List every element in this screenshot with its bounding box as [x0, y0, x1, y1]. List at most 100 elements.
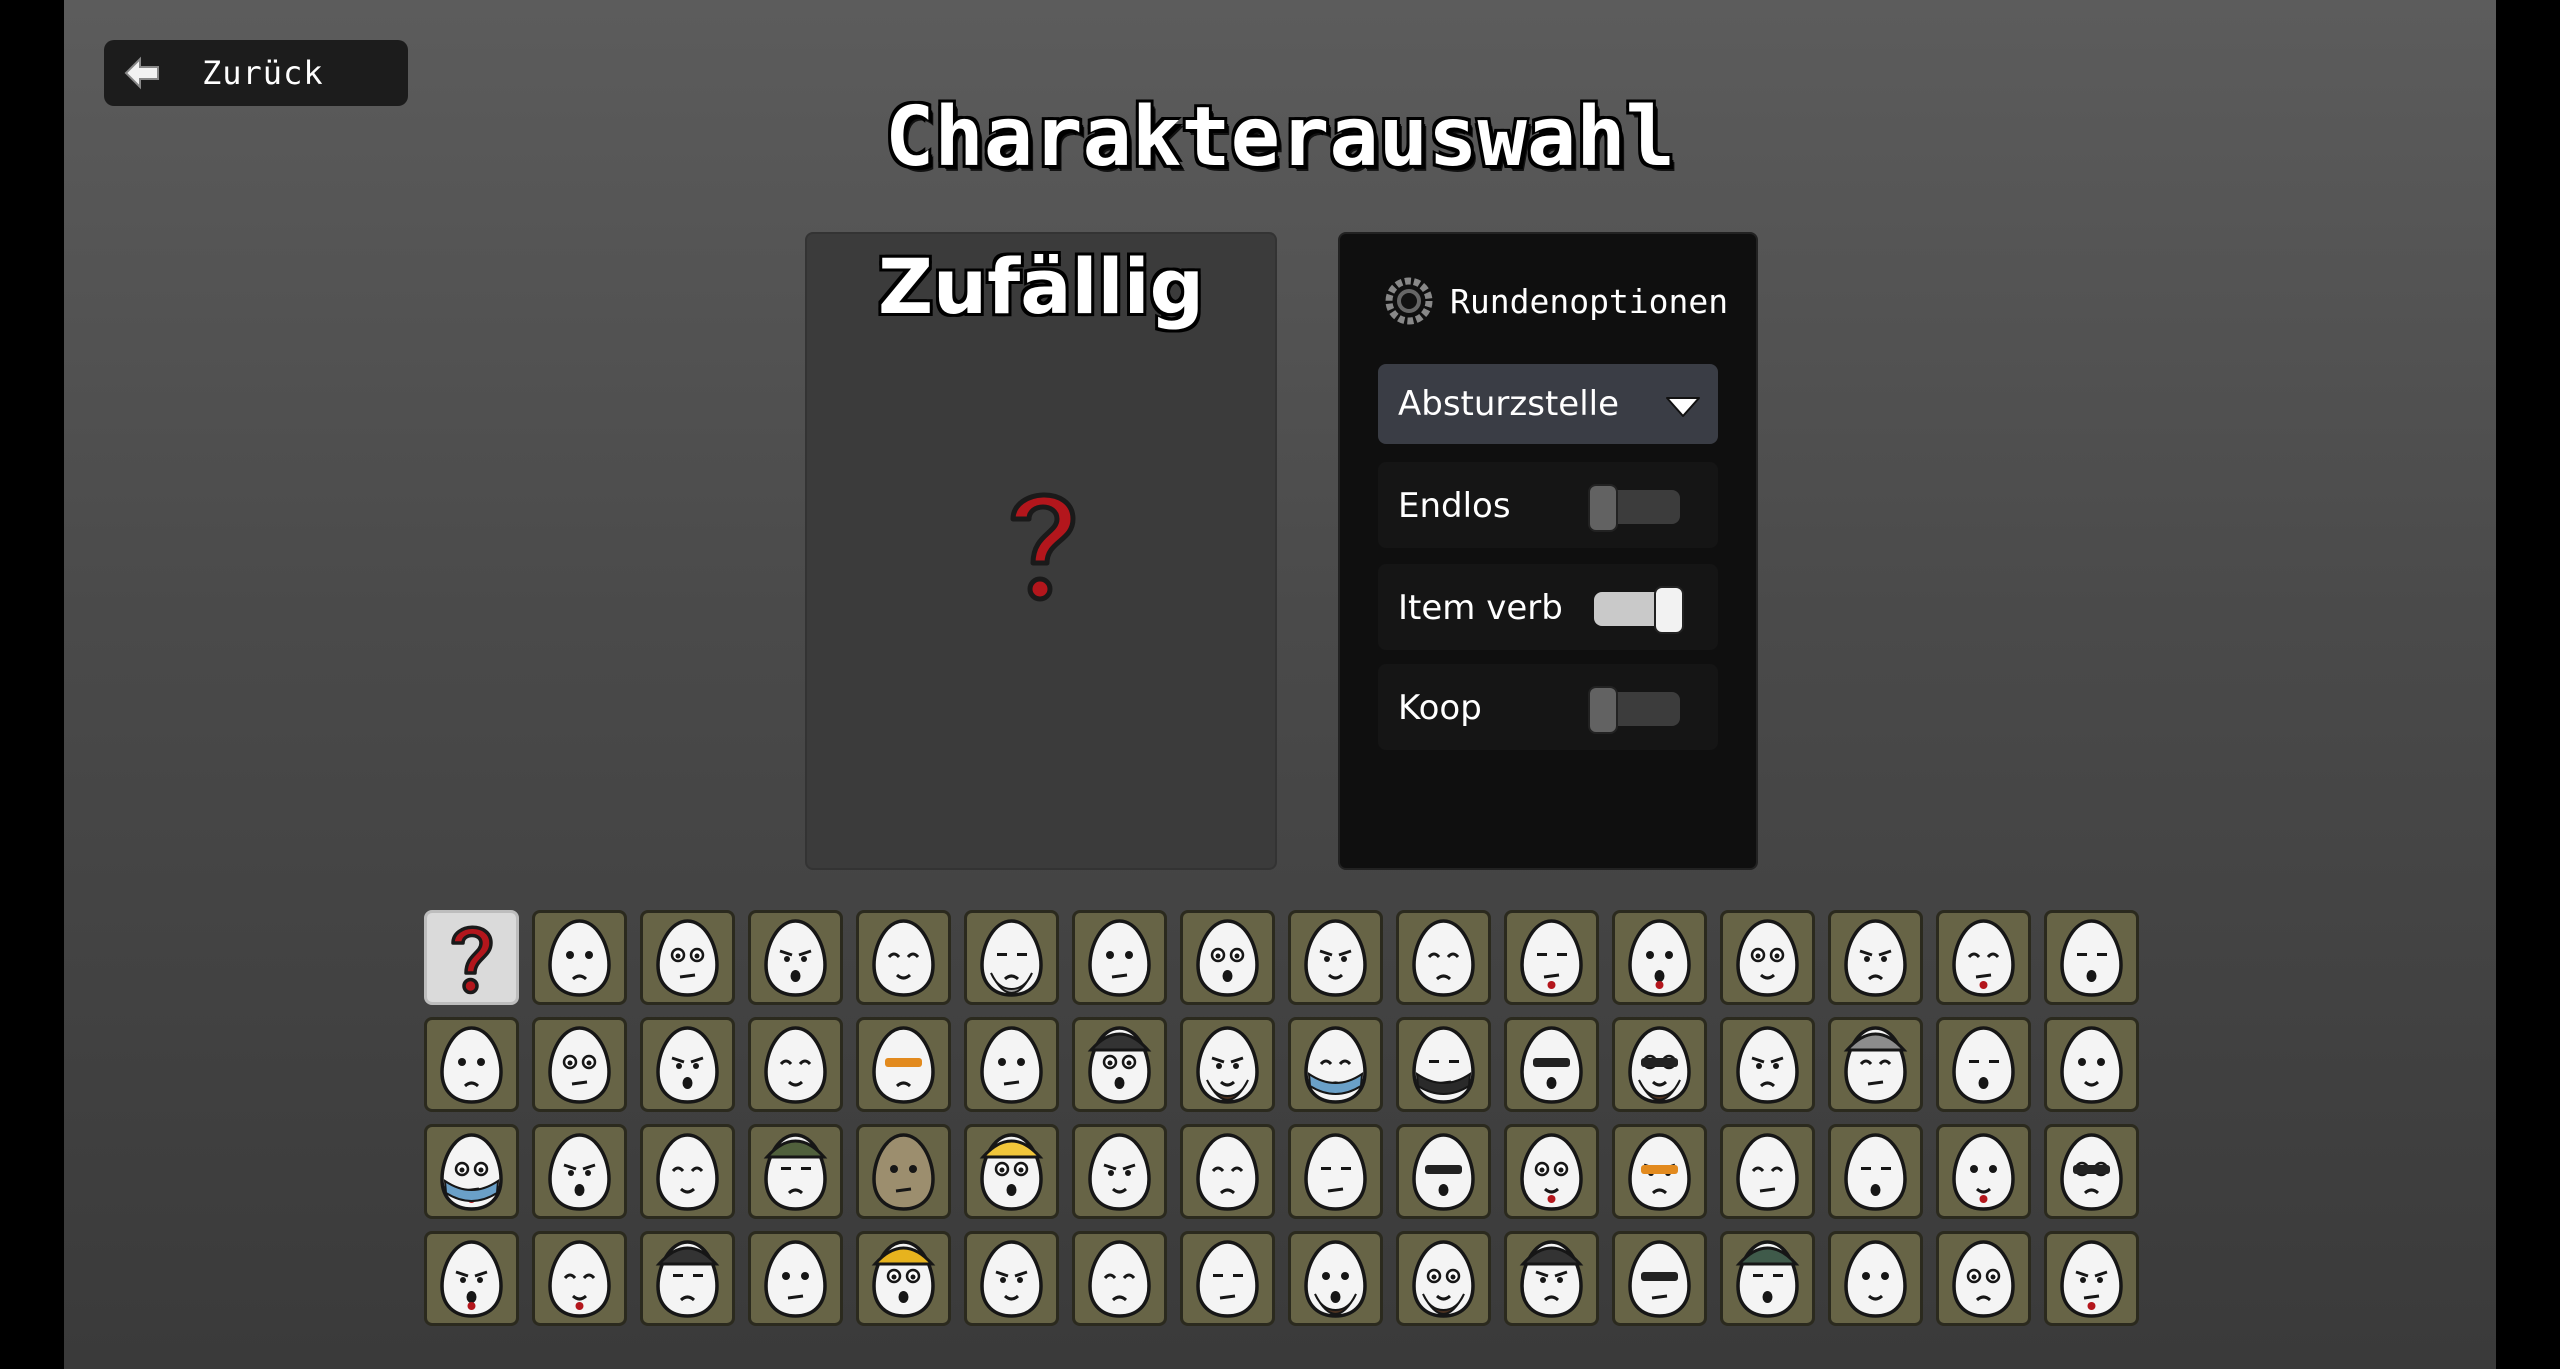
coop-toggle[interactable] [1588, 684, 1684, 734]
bucket-hat-character-icon [763, 1133, 828, 1211]
character-name: Zufällig [877, 242, 1205, 331]
character-slot-monocle[interactable] [856, 910, 951, 1005]
character-slot-random[interactable] [424, 910, 519, 1005]
character-slot-long-beard[interactable] [1396, 1231, 1491, 1326]
beak-character-icon [656, 1133, 719, 1211]
character-slot-calm[interactable] [1180, 1124, 1275, 1219]
character-slot-gold-teeth[interactable] [1072, 1231, 1167, 1326]
endless-option: Endlos [1378, 462, 1718, 548]
character-slot-pout[interactable] [1072, 910, 1167, 1005]
character-slot-bandana-mask[interactable] [1288, 1017, 1383, 1112]
character-slot-fedora-suit[interactable] [640, 1231, 735, 1326]
character-slot-plain[interactable] [424, 1017, 519, 1112]
character-slot-beanie[interactable] [1720, 1231, 1815, 1326]
visor-character-icon [1412, 1133, 1475, 1211]
character-slot-many-eyes[interactable] [1396, 910, 1491, 1005]
character-slot-top-hat[interactable] [1504, 1231, 1599, 1326]
character-slot-green-mouth[interactable] [1720, 1017, 1815, 1112]
character-slot-spike-collar[interactable] [1288, 1124, 1383, 1219]
character-slot-neutral[interactable] [1936, 1231, 2031, 1326]
endless-toggle[interactable] [1588, 482, 1684, 532]
character-slot-red-eye[interactable] [1504, 1124, 1599, 1219]
calm-character-icon [1196, 1133, 1259, 1211]
round-options-panel: Rundenoptionen Absturzstelle Endlos Item… [1338, 232, 1758, 870]
character-slot-blush[interactable] [1720, 910, 1815, 1005]
character-slot-crying[interactable] [532, 1124, 627, 1219]
back-arrow-icon [124, 56, 159, 90]
long-beard-character-icon [1412, 1240, 1475, 1318]
bandana-mask-character-icon [1304, 1026, 1367, 1104]
character-slot-ninja[interactable] [1396, 1017, 1491, 1112]
viking-character-icon [1843, 1026, 1908, 1104]
coop-option: Koop [1378, 664, 1718, 750]
character-slot-sweat[interactable] [532, 1017, 627, 1112]
character-slot-pacifier[interactable] [1828, 1124, 1923, 1219]
character-slot-bucket-hat[interactable] [748, 1124, 843, 1219]
character-slot-spiky-beard[interactable] [1288, 1231, 1383, 1326]
cyber-eyes-character-icon [2060, 1133, 2123, 1211]
character-slot-drool[interactable] [1936, 1017, 2031, 1112]
character-slot-vampire[interactable] [424, 1231, 519, 1326]
item-verb-label: Item verb [1398, 588, 1563, 628]
spike-collar-character-icon [1304, 1133, 1367, 1211]
character-slot-sleepy[interactable] [748, 910, 843, 1005]
character-slot-wild-beard[interactable] [1180, 1017, 1275, 1112]
page-title: Charakterauswahl [885, 90, 1675, 185]
character-slot-blackeye[interactable] [640, 910, 735, 1005]
character-slot-sunglasses-beard[interactable] [1612, 1017, 1707, 1112]
faint-character-icon [2060, 1026, 2123, 1104]
orange-mustache-character-icon [1628, 1133, 1691, 1211]
gear-icon [1385, 277, 1433, 325]
character-slot-frown[interactable] [532, 910, 627, 1005]
character-slot-orange-glasses[interactable] [856, 1017, 951, 1112]
character-slot-brows-red[interactable] [1504, 910, 1599, 1005]
character-slot-yellow-eyes[interactable] [1720, 1124, 1815, 1219]
character-slot-surprised[interactable] [748, 1017, 843, 1112]
character-slot-visor[interactable] [1396, 1124, 1491, 1219]
goatee-dark-character-icon [980, 1240, 1043, 1318]
character-slot-goggles[interactable] [1612, 1231, 1707, 1326]
ninja-character-icon [1412, 1026, 1475, 1104]
character-slot-scarf[interactable] [1936, 1124, 2031, 1219]
character-slot-hardhat[interactable] [856, 1231, 951, 1326]
character-slot-crown[interactable] [964, 1124, 1059, 1219]
character-slot-heart-eyes[interactable] [1936, 910, 2031, 1005]
character-slot-helmet[interactable] [1072, 1017, 1167, 1112]
character-slot-goatee-dark[interactable] [964, 1231, 1059, 1326]
item-verb-option: Item verb [1378, 564, 1718, 650]
character-slot-faint[interactable] [2044, 1017, 2139, 1112]
round-options-header: Rundenoptionen [1382, 274, 1728, 328]
character-slot-cigar[interactable] [2044, 1231, 2139, 1326]
character-slot-cyber-eyes[interactable] [2044, 1124, 2139, 1219]
brows-red-character-icon [1520, 919, 1583, 997]
beard-grey-character-icon [980, 919, 1043, 997]
character-slot-red-mask[interactable] [424, 1124, 519, 1219]
character-slot-potato[interactable] [856, 1124, 951, 1219]
character-slot-glasses-grin[interactable] [1504, 1017, 1599, 1112]
goatee-character-icon [656, 1026, 719, 1104]
question-mark-icon [451, 925, 493, 995]
character-slot-suit[interactable] [964, 1017, 1059, 1112]
character-slot-viking[interactable] [1828, 1017, 1923, 1112]
character-slot-beak[interactable] [640, 1124, 735, 1219]
character-slot-goatee[interactable] [640, 1017, 735, 1112]
character-slot-mohawk[interactable] [1072, 1124, 1167, 1219]
character-slot-orange-mustache[interactable] [1612, 1124, 1707, 1219]
character-slot-smirk[interactable] [1180, 1231, 1275, 1326]
character-slot-pirate[interactable] [1828, 1231, 1923, 1326]
character-slot-bug-eyes[interactable] [2044, 910, 2139, 1005]
character-slot-shout-red[interactable] [1612, 910, 1707, 1005]
item-verb-toggle[interactable] [1588, 584, 1684, 634]
character-slot-mustache-big[interactable] [1180, 910, 1275, 1005]
orange-glasses-character-icon [872, 1026, 935, 1104]
neutral-character-icon [1952, 1240, 2015, 1318]
character-slot-sad[interactable] [1828, 910, 1923, 1005]
character-slot-beard-grey[interactable] [964, 910, 1059, 1005]
character-slot-eyes-dot[interactable] [1288, 910, 1383, 1005]
toggle-knob [1588, 484, 1618, 532]
character-slot-red-fox[interactable] [532, 1231, 627, 1326]
game-mode-dropdown[interactable]: Absturzstelle [1378, 364, 1718, 444]
mustache-big-character-icon [1196, 919, 1259, 997]
scarf-character-icon [1952, 1133, 2015, 1211]
character-slot-open-mouth[interactable] [748, 1231, 843, 1326]
